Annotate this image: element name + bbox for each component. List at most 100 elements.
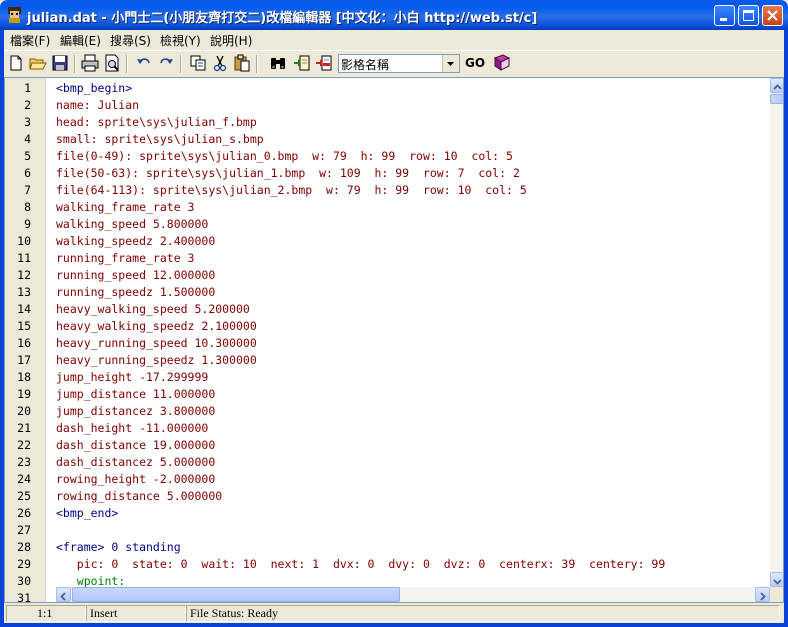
menu-file[interactable]: 檔案(F): [10, 32, 50, 49]
title-bar[interactable]: julian.dat - 小門士二(小朋友齊打交二)改檔編輯器 [中文化：小白 …: [0, 0, 788, 30]
line-number: 20: [17, 404, 31, 418]
code-line[interactable]: jump_distance 11.000000: [56, 387, 215, 401]
code-line[interactable]: file(64-113): sprite\sys\julian_2.bmp w:…: [56, 183, 527, 197]
menu-bar: 檔案(F) 編輯(E) 搜尋(S) 檢視(Y) 說明(H): [4, 30, 784, 50]
code-line[interactable]: running_speed 12.000000: [56, 268, 215, 282]
find-next-icon[interactable]: [293, 54, 311, 72]
line-number: 15: [17, 319, 31, 333]
frame-name-combo[interactable]: 影格名稱: [338, 54, 460, 73]
status-cursor-position: 1:1: [6, 605, 86, 622]
menu-view[interactable]: 檢視(Y): [160, 32, 201, 49]
line-number: 3: [24, 115, 31, 129]
line-number: 25: [17, 489, 31, 503]
line-number: 16: [17, 336, 31, 350]
code-line[interactable]: heavy_running_speed 10.300000: [56, 336, 257, 350]
code-line[interactable]: file(50-63): sprite\sys\julian_1.bmp w: …: [56, 166, 520, 180]
combo-dropdown-button[interactable]: [442, 55, 459, 72]
line-number: 19: [17, 387, 31, 401]
code-line[interactable]: <frame> 0 standing: [56, 540, 181, 554]
save-disk-icon[interactable]: [51, 54, 69, 72]
help-book-icon[interactable]: [493, 54, 511, 72]
redo-icon[interactable]: [157, 54, 175, 72]
go-button[interactable]: GO: [465, 56, 485, 70]
find-prev-icon[interactable]: [315, 54, 333, 72]
line-number: 10: [17, 234, 31, 248]
scroll-up-button[interactable]: [770, 78, 783, 93]
code-line[interactable]: running_speedz 1.500000: [56, 285, 215, 299]
undo-icon[interactable]: [135, 54, 153, 72]
line-number: 1: [24, 81, 31, 95]
scroll-left-button[interactable]: [56, 587, 71, 602]
print-preview-icon[interactable]: [103, 54, 121, 72]
code-line[interactable]: heavy_walking_speed 5.200000: [56, 302, 250, 316]
line-number: 23: [17, 455, 31, 469]
code-line[interactable]: rowing_height -2.000000: [56, 472, 215, 486]
code-line[interactable]: jump_distancez 3.800000: [56, 404, 215, 418]
code-line[interactable]: dash_distancez 5.000000: [56, 455, 215, 469]
line-number: 8: [24, 200, 31, 214]
menu-search[interactable]: 搜尋(S): [110, 32, 151, 49]
code-editor[interactable]: 1 2 3 4 5 6 7 8 9 10 11 12 13 14 15 16 17 18 19 20 21 22 23 24 2…: [4, 77, 784, 603]
open-folder-icon[interactable]: [29, 54, 47, 72]
code-line[interactable]: running_frame_rate 3: [56, 251, 194, 265]
maximize-button[interactable]: [738, 5, 759, 26]
line-number-gutter: 1 2 3 4 5 6 7 8 9 10 11 12 13 14 15 16 17 18 19 20 21 22 23 24 2…: [5, 78, 46, 602]
paste-icon[interactable]: [233, 54, 251, 72]
code-line[interactable]: name: Julian: [56, 98, 139, 112]
frame-name-combo-value: 影格名稱: [341, 58, 390, 72]
code-line[interactable]: walking_speed 5.800000: [56, 217, 208, 231]
code-line[interactable]: heavy_walking_speedz 2.100000: [56, 319, 257, 333]
line-number: 7: [24, 183, 31, 197]
code-line[interactable]: rowing_distance 5.000000: [56, 489, 222, 503]
close-icon: [767, 10, 778, 21]
vertical-scroll-thumb[interactable]: [770, 94, 783, 104]
cut-icon[interactable]: [211, 54, 229, 72]
chevron-down-icon: [447, 62, 454, 66]
menu-edit[interactable]: 編輯(E): [60, 32, 101, 49]
editor-window: julian.dat - 小門士二(小朋友齊打交二)改檔編輯器 [中文化：小白 …: [0, 0, 788, 627]
scroll-down-button[interactable]: [770, 572, 783, 587]
horizontal-scroll-thumb[interactable]: [72, 587, 400, 602]
line-number: 9: [24, 217, 31, 231]
vertical-scrollbar[interactable]: [770, 78, 783, 587]
line-number: 12: [17, 268, 31, 282]
new-file-icon[interactable]: [7, 54, 25, 72]
code-line[interactable]: <bmp_begin>: [56, 81, 132, 95]
code-line[interactable]: <bmp_end>: [56, 506, 118, 520]
code-line[interactable]: walking_frame_rate 3: [56, 200, 194, 214]
code-line[interactable]: dash_distance 19.000000: [56, 438, 215, 452]
minimize-button[interactable]: [714, 5, 735, 26]
line-number: 18: [17, 370, 31, 384]
code-line[interactable]: small: sprite\sys\julian_s.bmp: [56, 132, 264, 146]
toolbar: 影格名稱 GO: [4, 50, 784, 77]
minimize-icon: [720, 18, 727, 21]
close-button[interactable]: [762, 5, 783, 26]
copy-icon[interactable]: [189, 54, 207, 72]
code-area[interactable]: <bmp_begin> name: Julian head: sprite\sys\…: [56, 78, 771, 588]
line-number: 27: [17, 523, 31, 537]
code-line[interactable]: jump_height -17.299999: [56, 370, 208, 384]
line-number: 2: [24, 98, 31, 112]
maximize-icon: [743, 10, 754, 21]
code-line[interactable]: wpoint:: [56, 574, 125, 588]
chevron-left-icon: [60, 592, 66, 601]
code-line[interactable]: heavy_running_speedz 1.300000: [56, 353, 257, 367]
code-line[interactable]: pic: 0 state: 0 wait: 10 next: 1 dvx: 0 …: [56, 557, 666, 571]
line-number: 17: [17, 353, 31, 367]
code-line[interactable]: dash_height -11.000000: [56, 421, 208, 435]
menu-help[interactable]: 說明(H): [210, 32, 252, 49]
line-number: 4: [24, 132, 31, 146]
line-number: 26: [17, 506, 31, 520]
code-line[interactable]: file(0-49): sprite\sys\julian_0.bmp w: 7…: [56, 149, 513, 163]
code-line[interactable]: head: sprite\sys\julian_f.bmp: [56, 115, 257, 129]
horizontal-scrollbar[interactable]: [56, 587, 770, 602]
scroll-right-button[interactable]: [755, 587, 770, 602]
line-number: 21: [17, 421, 31, 435]
find-binoculars-icon[interactable]: [269, 54, 287, 72]
line-number: 24: [17, 472, 31, 486]
line-number: 31: [17, 591, 31, 603]
line-number: 13: [17, 285, 31, 299]
line-number: 29: [17, 557, 31, 571]
print-icon[interactable]: [81, 54, 99, 72]
code-line[interactable]: walking_speedz 2.400000: [56, 234, 215, 248]
